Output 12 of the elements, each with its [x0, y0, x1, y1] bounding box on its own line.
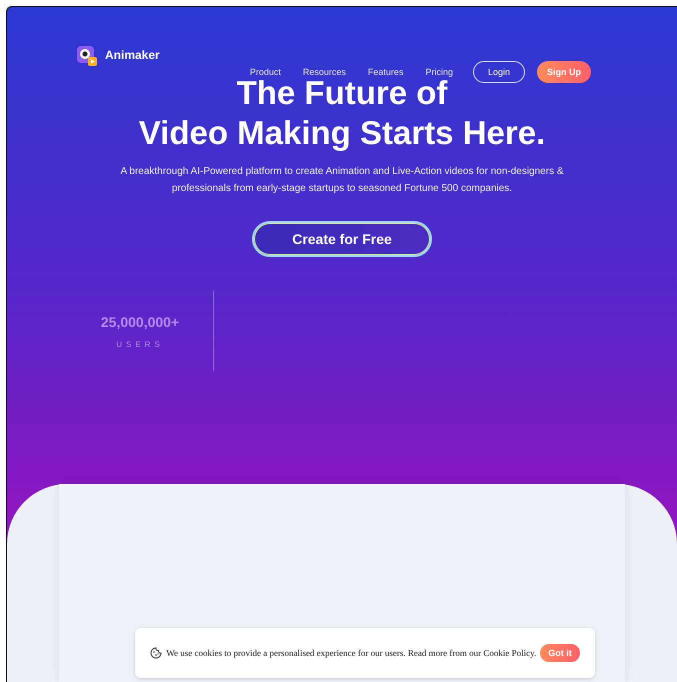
stat-label: USERS: [116, 340, 164, 348]
stat-value: 25,000,000+: [100, 314, 180, 330]
logo-icon: [75, 43, 99, 67]
nav-link[interactable]: Resources: [302, 67, 346, 77]
cookie-text: We use cookies to provide a personalised experience for our users. Read more from our Cookie Policy.: [166, 648, 536, 658]
hero-subtitle: A breakthrough AI-Powered platform to create Animation and Live-Action videos for non-designers & professionals from early-stage startups to seasoned Fortune 500 companies.: [119, 165, 565, 196]
login-button[interactable]: Login: [472, 61, 525, 83]
nav-link[interactable]: Features: [368, 67, 404, 77]
nav-link[interactable]: Product: [250, 67, 281, 77]
cookie-icon: [150, 647, 162, 659]
create-button[interactable]: Create for Free: [252, 221, 432, 257]
brand-name: Animaker: [105, 48, 160, 62]
